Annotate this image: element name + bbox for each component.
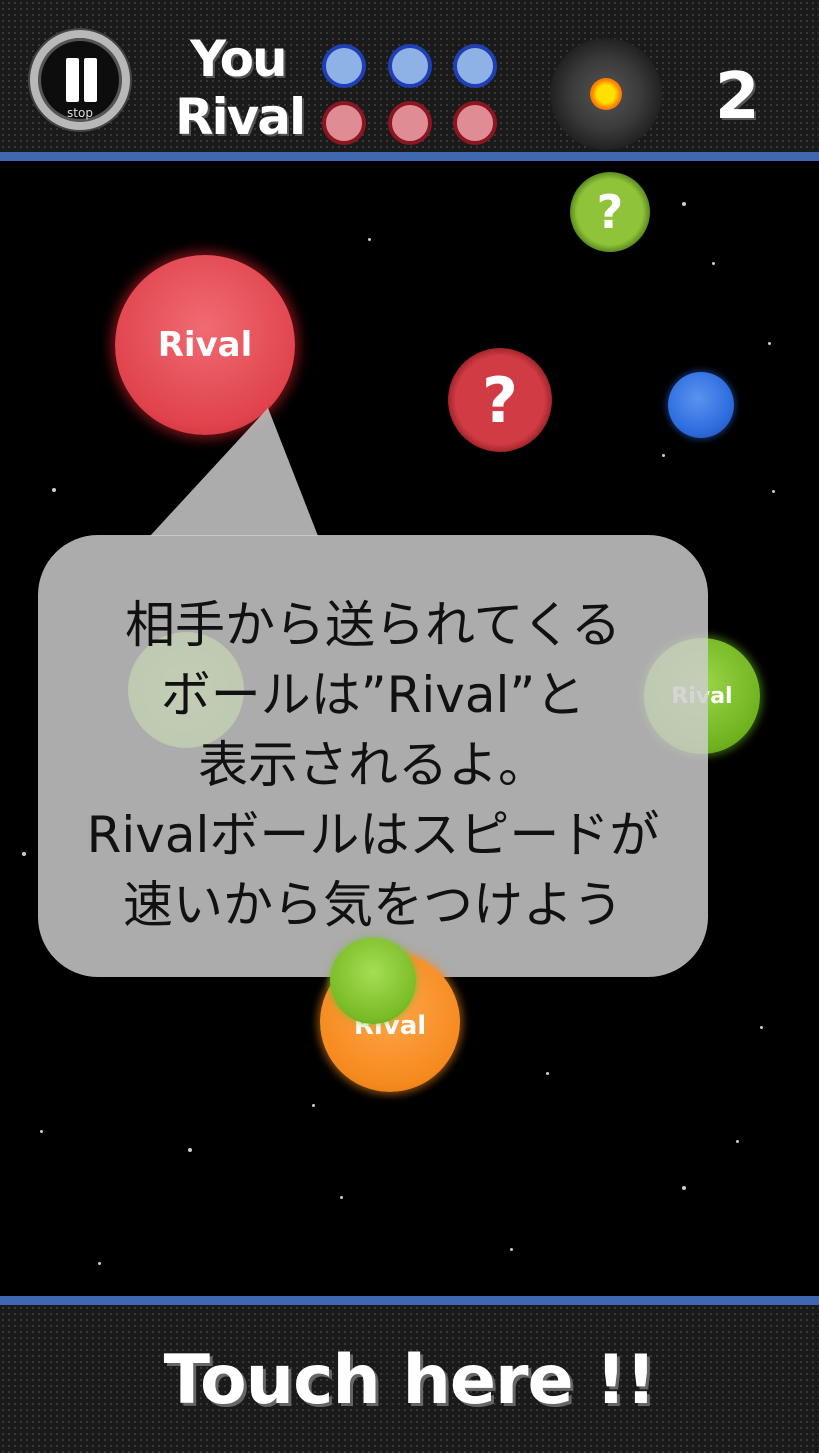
- star: [768, 342, 771, 345]
- tutorial-text: 相手から送られてくる ボールは”Rival”と 表示されるよ。 Rivalボール…: [38, 590, 708, 940]
- mystery-ball-green: ?: [570, 172, 650, 252]
- star: [682, 202, 686, 206]
- bottom-divider: [0, 1296, 819, 1305]
- fireball-icon: [550, 38, 662, 150]
- rival-ball-red: Rival: [115, 255, 295, 435]
- score-counter: 2: [715, 60, 760, 134]
- pause-icon: [66, 58, 79, 102]
- touch-area[interactable]: Touch here !!: [0, 1305, 819, 1453]
- star: [662, 454, 665, 457]
- top-divider: [0, 152, 819, 161]
- tutorial-line: ボールは”Rival”と: [160, 666, 586, 724]
- pause-label: stop: [67, 106, 93, 120]
- star: [52, 488, 56, 492]
- tutorial-line: 表示されるよ。: [198, 736, 548, 794]
- rival-life-dot: [322, 101, 366, 145]
- star: [546, 1072, 549, 1075]
- rival-life-dot: [388, 101, 432, 145]
- fireball-core: [590, 78, 622, 110]
- star: [712, 262, 715, 265]
- star: [368, 238, 371, 241]
- you-life-dot: [388, 44, 432, 88]
- star: [772, 490, 775, 493]
- star: [188, 1148, 192, 1152]
- you-life-dot: [453, 44, 497, 88]
- star: [340, 1196, 343, 1199]
- top-hud: stop You Rival 2: [0, 0, 819, 152]
- tutorial-line: 速いから気をつけよう: [123, 876, 623, 934]
- star: [510, 1248, 513, 1251]
- you-label: You: [190, 30, 288, 88]
- star: [312, 1104, 315, 1107]
- star: [22, 852, 26, 856]
- mystery-ball-red: ?: [448, 348, 552, 452]
- star: [98, 1262, 101, 1265]
- rival-life-dot: [453, 101, 497, 145]
- you-life-dot: [322, 44, 366, 88]
- star: [682, 1186, 686, 1190]
- star: [736, 1140, 739, 1143]
- ball-green-small: [330, 938, 416, 1024]
- pause-icon-bar: [84, 58, 97, 102]
- touch-here-label: Touch here !!: [163, 1341, 657, 1420]
- tutorial-line: Rivalボールはスピードが: [86, 806, 660, 864]
- star: [760, 1026, 763, 1029]
- player-ball-blue: [668, 372, 734, 438]
- pause-button[interactable]: stop: [30, 30, 130, 130]
- star: [40, 1130, 43, 1133]
- rival-label: Rival: [175, 88, 306, 146]
- tutorial-line: 相手から送られてくる: [125, 596, 621, 654]
